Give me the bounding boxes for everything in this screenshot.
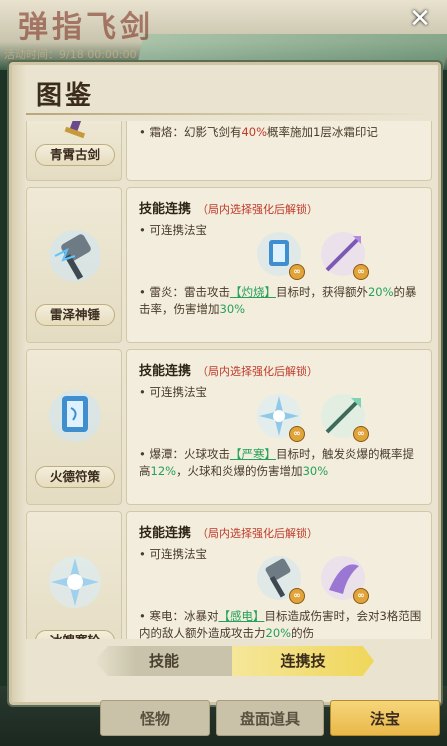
codex-panel: 图鉴 青霄古剑 • 霜烙：幻影飞剑有40%概率施加1层冰霜印记 雷泽神锤 技能连… bbox=[9, 62, 441, 705]
nav-board-item-button[interactable]: 盘面道具 bbox=[216, 700, 324, 736]
tab-skill[interactable]: 技能 bbox=[94, 646, 234, 676]
nav-artifact-button[interactable]: 法宝 bbox=[330, 700, 440, 736]
title-divider bbox=[26, 113, 426, 115]
close-icon[interactable]: ✕ bbox=[407, 6, 433, 32]
skill-heading: 技能连携 （局内选择强化后解锁） bbox=[139, 202, 319, 217]
unlock-note: （局内选择强化后解锁） bbox=[197, 365, 319, 378]
link-icon: ∞ bbox=[353, 264, 369, 280]
event-timer: 活动时间：9/18 00:00:00 bbox=[4, 48, 137, 61]
list-item: 火德符策 技能连携 （局内选择强化后解锁） • 可连携法宝 ∞ ∞ • 爆潭：火… bbox=[26, 349, 432, 505]
weapon-card[interactable]: 青霄古剑 bbox=[26, 121, 122, 181]
link-icon: ∞ bbox=[289, 588, 305, 604]
combo-artifact-ice-wheel[interactable]: ∞ bbox=[255, 392, 305, 442]
skill-card: 技能连携 （局内选择强化后解锁） • 可连携法宝 ∞ bbox=[126, 187, 432, 343]
skill-effect: • 爆潭：火球攻击【严寒】目标时，触发炎爆的概率提高12%，火球和炎爆的伤害增加… bbox=[139, 447, 414, 478]
skill-tabs: 技能 连携技 bbox=[94, 646, 374, 678]
weapon-name: 雷泽神锤 bbox=[35, 304, 115, 326]
panel-title: 图鉴 bbox=[36, 81, 95, 111]
game-title: 弹指飞剑 bbox=[18, 10, 154, 45]
skill-heading: 技能连携 （局内选择强化后解锁） bbox=[139, 526, 319, 541]
skill-effect: • 寒电：冰暴对【感电】目标造成伤害时，会对3格范围内的敌人额外造成攻击力20%… bbox=[139, 609, 422, 639]
skill-card: • 霜烙：幻影飞剑有40%概率施加1层冰霜印记 bbox=[126, 121, 432, 181]
weapon-name: 青霄古剑 bbox=[35, 144, 115, 166]
link-icon: ∞ bbox=[289, 264, 305, 280]
nav-monster-button[interactable]: 怪物 bbox=[100, 700, 210, 736]
combo-artifact-spear[interactable]: ∞ bbox=[319, 230, 369, 280]
link-icon: ∞ bbox=[353, 426, 369, 442]
skill-effect: • 霜烙：幻影飞剑有40%概率施加1层冰霜印记 bbox=[139, 125, 378, 139]
codex-list[interactable]: 青霄古剑 • 霜烙：幻影飞剑有40%概率施加1层冰霜印记 雷泽神锤 技能连携 （… bbox=[26, 121, 432, 639]
bottom-nav: 怪物 盘面道具 法宝 bbox=[100, 700, 440, 738]
weapon-name: 火德符策 bbox=[35, 466, 115, 488]
skill-heading: 技能连携 （局内选择强化后解锁） bbox=[139, 364, 319, 379]
combo-artifact-purple-blade[interactable]: ∞ bbox=[319, 554, 369, 604]
ice-wheel-icon bbox=[49, 556, 101, 608]
unlock-note: （局内选择强化后解锁） bbox=[197, 527, 319, 540]
link-icon: ∞ bbox=[289, 426, 305, 442]
combo-artifact-hammer[interactable]: ∞ bbox=[255, 554, 305, 604]
weapon-card[interactable]: 火德符策 bbox=[26, 349, 122, 505]
list-item: 青霄古剑 • 霜烙：幻影飞剑有40%概率施加1层冰霜印记 bbox=[26, 121, 432, 181]
fire-talisman-icon bbox=[49, 390, 101, 442]
link-icon: ∞ bbox=[353, 588, 369, 604]
tab-combo-skill[interactable]: 连携技 bbox=[232, 646, 374, 676]
combo-artifact-spear[interactable]: ∞ bbox=[319, 392, 369, 442]
unlock-note: （局内选择强化后解锁） bbox=[197, 203, 319, 216]
weapon-card[interactable]: 冰魄寒轮 bbox=[26, 511, 122, 639]
list-item: 冰魄寒轮 技能连携（局内选择强化后解锁） • 可连携法宝 ∞ bbox=[26, 511, 432, 639]
skill-card: 技能连携 （局内选择强化后解锁） • 可连携法宝 ∞ bbox=[126, 349, 432, 505]
skill-effect: • 雷炎：雷击攻击【灼烧】目标时，获得额外20%的暴击率，伤害增加30% bbox=[139, 285, 417, 316]
list-item: 雷泽神锤 技能连携 （局内选择强化后解锁） • 可连携法宝 ∞ ∞ • 雷炎：雷… bbox=[26, 187, 432, 343]
weapon-name: 冰魄寒轮 bbox=[35, 630, 115, 639]
skill-card: 技能连携 （局内选择强化后解锁） • 可连携法宝 ∞ ∞ • 寒电：冰暴对【感电… bbox=[126, 511, 432, 639]
thunder-hammer-icon bbox=[49, 230, 101, 282]
sword-icon bbox=[64, 121, 86, 139]
panel-binding bbox=[12, 65, 26, 702]
weapon-card[interactable]: 雷泽神锤 bbox=[26, 187, 122, 343]
combo-artifact-talisman[interactable]: ∞ bbox=[255, 230, 305, 280]
